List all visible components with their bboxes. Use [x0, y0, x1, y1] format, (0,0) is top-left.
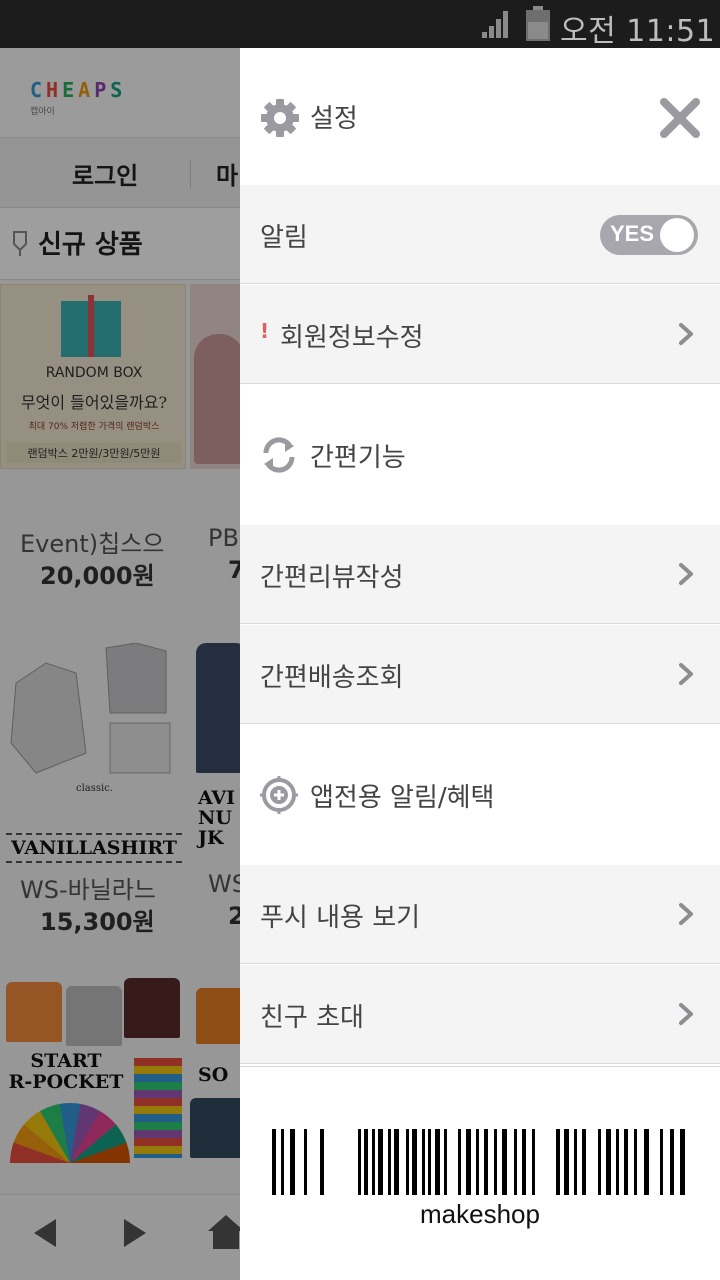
- member-edit-label: 회원정보수정: [280, 323, 424, 353]
- settings-drawer: 설정 알림 YES ! 회원정보수정 간편기능 간편리뷰작성 간편배송조회 앱전…: [240, 48, 720, 1280]
- quick-delivery-row[interactable]: 간편배송조회: [240, 625, 720, 724]
- chevron-right-icon: [679, 663, 693, 685]
- chevron-right-icon: [679, 903, 693, 925]
- chevron-right-icon: [679, 563, 693, 585]
- status-bar: 오전 11:51: [0, 0, 720, 49]
- gear-icon: [261, 99, 299, 137]
- barcode-area: makeshop: [240, 1066, 720, 1280]
- refresh-icon: [263, 437, 295, 473]
- drawer-title: 설정: [310, 104, 358, 134]
- quick-delivery-label: 간편배송조회: [260, 663, 404, 693]
- quick-review-row[interactable]: 간편리뷰작성: [240, 525, 720, 624]
- push-view-label: 푸시 내용 보기: [260, 903, 421, 933]
- notification-toggle[interactable]: YES: [600, 215, 698, 255]
- push-view-row[interactable]: 푸시 내용 보기: [240, 865, 720, 964]
- status-clock: 오전 11:51: [560, 14, 716, 49]
- quick-functions-section: 간편기능: [240, 385, 720, 525]
- barcode-text: makeshop: [420, 1199, 540, 1229]
- invite-friends-label: 친구 초대: [260, 1003, 364, 1033]
- member-edit-row[interactable]: ! 회원정보수정: [240, 285, 720, 384]
- notification-row: 알림 YES: [240, 185, 720, 284]
- toggle-knob: [660, 218, 694, 252]
- chevron-right-icon: [679, 1003, 693, 1025]
- toggle-text: YES: [610, 221, 655, 246]
- app-benefits-label: 앱전용 알림/혜택: [310, 783, 495, 813]
- battery-icon: [526, 6, 550, 41]
- close-icon[interactable]: [656, 94, 704, 142]
- chevron-right-icon: [679, 323, 693, 345]
- notification-label: 알림: [260, 223, 308, 253]
- quick-functions-label: 간편기능: [310, 443, 406, 473]
- alert-mark: !: [260, 319, 270, 343]
- signal-icon: [482, 11, 508, 38]
- plus-target-icon: [260, 776, 298, 814]
- barcode-image: [272, 1129, 685, 1195]
- quick-review-label: 간편리뷰작성: [260, 563, 404, 593]
- app-benefits-section: 앱전용 알림/혜택: [240, 725, 720, 865]
- drawer-header: 설정: [240, 48, 720, 185]
- invite-friends-row[interactable]: 친구 초대: [240, 965, 720, 1064]
